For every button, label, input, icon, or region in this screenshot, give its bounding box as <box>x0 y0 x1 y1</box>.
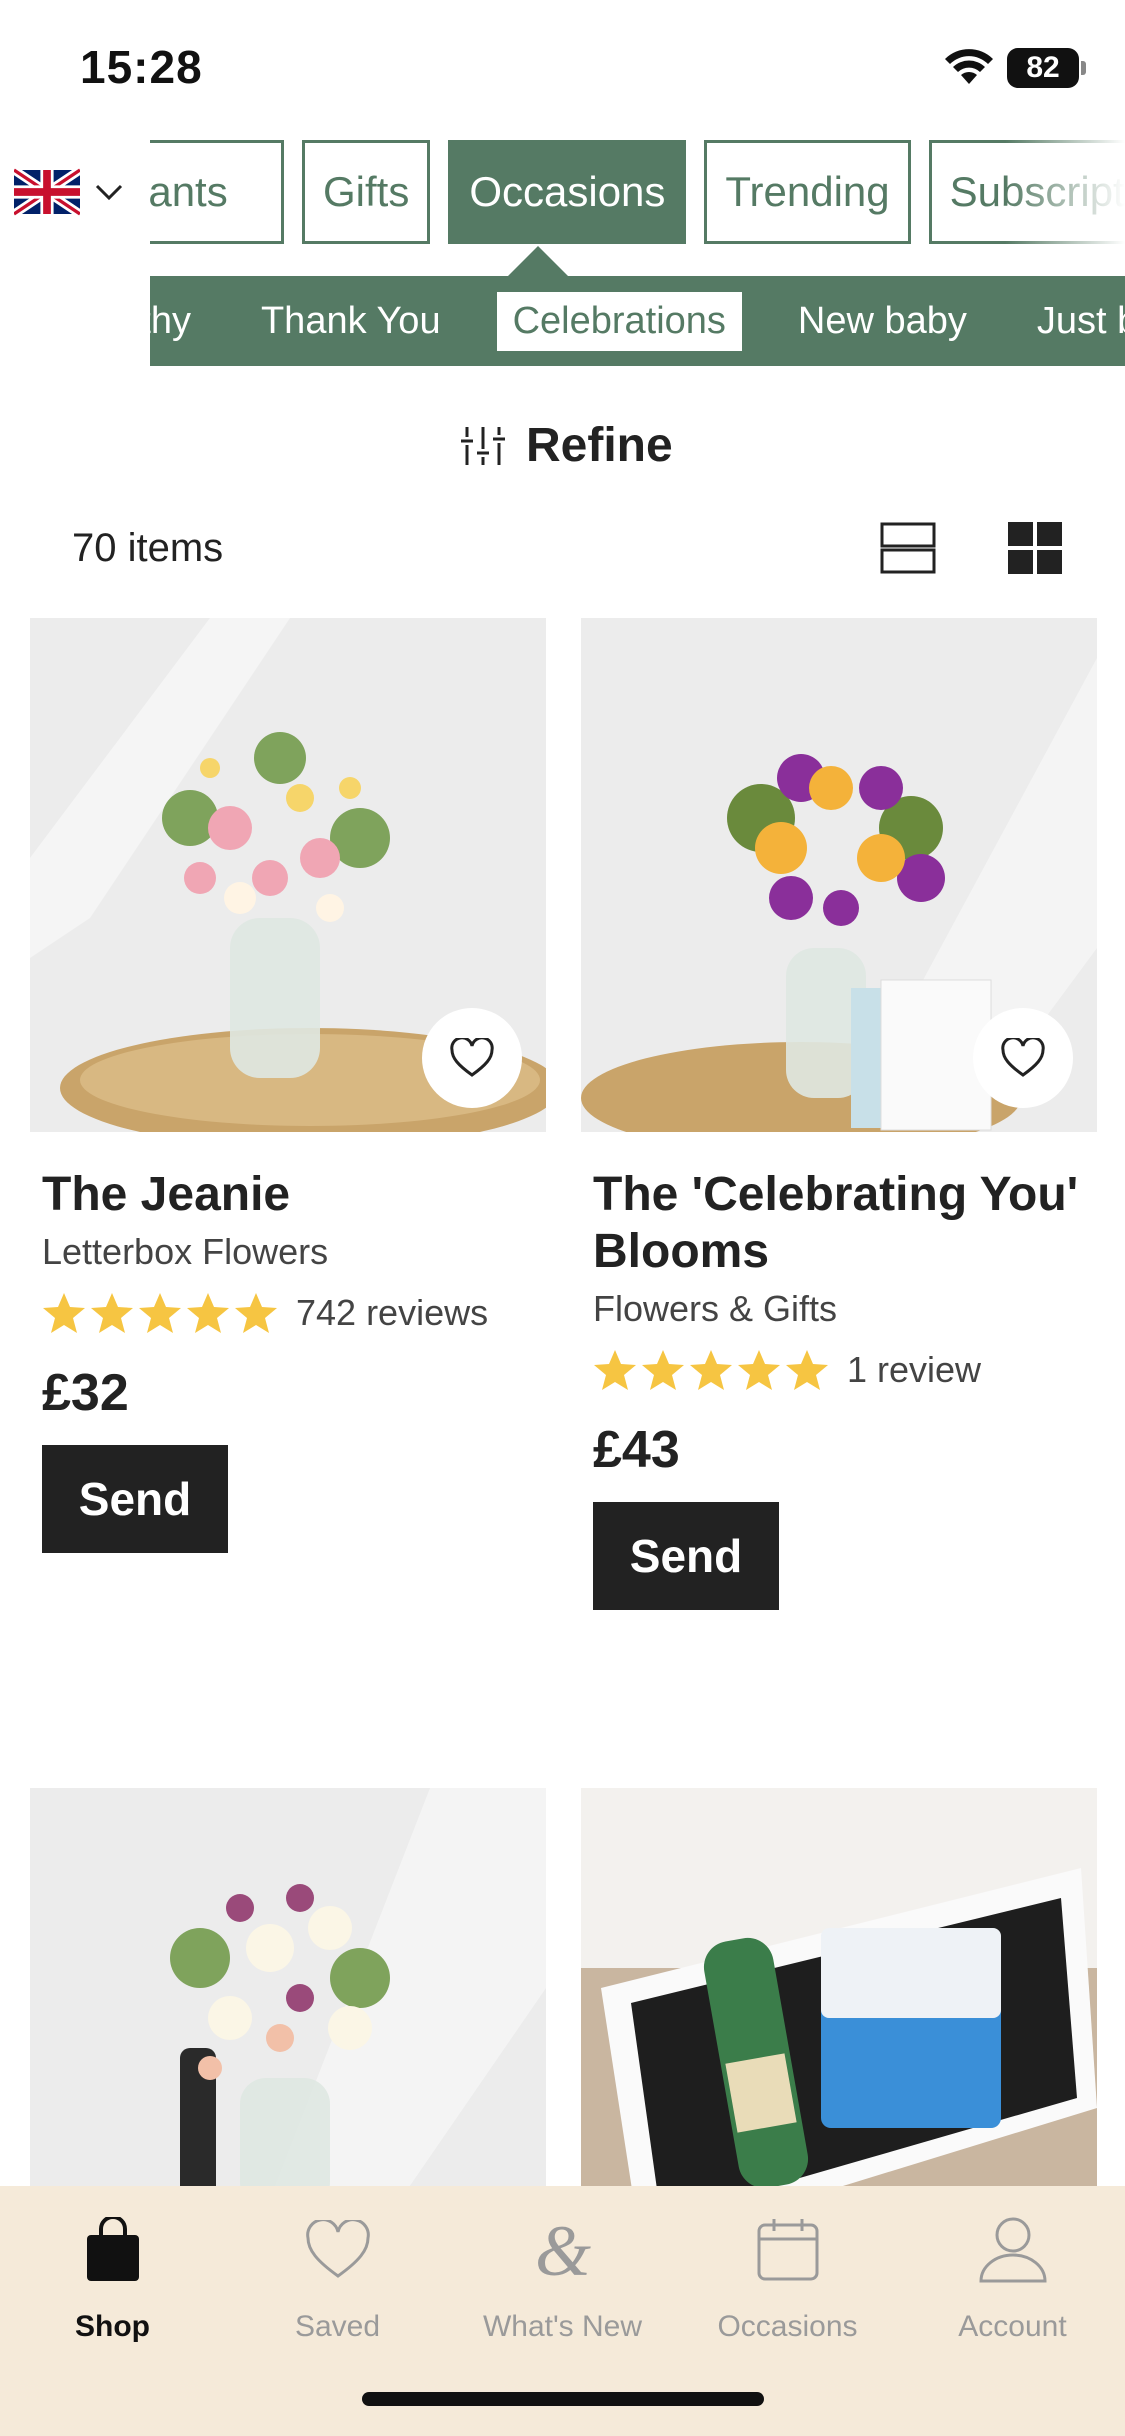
subcategory-new-baby[interactable]: New baby <box>798 300 967 343</box>
home-indicator <box>362 2392 764 2406</box>
tab-occasions[interactable]: Occasions <box>675 2186 900 2344</box>
product-title[interactable]: The 'Celebrating You' Blooms <box>581 1166 1097 1280</box>
product-rating: 742 reviews <box>30 1291 546 1335</box>
tab-label: What's New <box>482 2310 643 2343</box>
product-rating: 1 review <box>581 1348 1097 1392</box>
review-count[interactable]: 742 reviews <box>296 1292 488 1334</box>
product-title[interactable]: The Jeanie <box>30 1166 546 1223</box>
tab-occasions[interactable]: Occasions <box>448 140 687 244</box>
shopping-bag-icon <box>86 2217 139 2281</box>
star-rating-icon <box>594 1350 828 1390</box>
product-category: Letterbox Flowers <box>42 1231 329 1272</box>
subcategory-thank-you[interactable]: Thank You <box>261 300 441 343</box>
active-tab-pointer <box>508 246 568 276</box>
refine-label: Refine <box>526 419 673 472</box>
sliders-icon <box>461 426 505 465</box>
tab-plants[interactable]: Plants <box>150 140 284 244</box>
tab-label: Shop <box>75 2310 150 2343</box>
product-card[interactable]: The 'Celebrating You' Blooms Flowers & G… <box>581 618 1097 1610</box>
send-button[interactable]: Send <box>593 1502 779 1610</box>
heart-icon <box>450 1038 494 1077</box>
list-view-icon[interactable] <box>880 522 936 574</box>
product-category: Flowers & Gifts <box>593 1288 838 1329</box>
wifi-icon <box>945 49 993 84</box>
tab-saved[interactable]: Saved <box>225 2186 450 2344</box>
status-time: 15:28 <box>80 41 203 93</box>
product-card[interactable] <box>30 1788 546 2186</box>
country-selector[interactable] <box>14 168 126 216</box>
battery-level: 82 <box>1026 51 1060 84</box>
items-count: 70 items <box>72 526 224 570</box>
uk-flag-icon <box>14 168 80 216</box>
battery-icon: 82 <box>1007 48 1079 88</box>
product-card[interactable] <box>581 1788 1097 2186</box>
tab-label: Saved <box>294 2310 381 2343</box>
subcategory-sympathy[interactable]: Sympathy <box>150 300 191 343</box>
product-image[interactable] <box>30 618 546 1132</box>
product-price: £32 <box>42 1364 129 1422</box>
send-button[interactable]: Send <box>42 1445 228 1553</box>
product-image[interactable] <box>30 1788 546 2186</box>
category-tabs: Plants Gifts Occasions Trending Subscrip… <box>150 140 1125 246</box>
tab-trending[interactable]: Trending <box>704 140 911 244</box>
favorite-button[interactable] <box>973 1008 1073 1108</box>
product-image[interactable] <box>581 618 1097 1132</box>
star-rating-icon <box>43 1293 277 1333</box>
subcategory-bar: Sympathy Thank You Celebrations New baby… <box>150 276 1125 366</box>
subcategory-celebrations[interactable]: Celebrations <box>496 291 742 351</box>
product-image[interactable] <box>581 1788 1097 2186</box>
tab-gifts[interactable]: Gifts <box>302 140 431 244</box>
battery-nub <box>1081 61 1086 75</box>
tab-label: Occasions <box>717 2310 858 2343</box>
refine-button[interactable]: Refine <box>460 418 673 473</box>
bouquet-image <box>30 1788 546 2186</box>
product-card[interactable]: The Jeanie Letterbox Flowers 742 reviews… <box>30 618 546 1553</box>
subcategory-just-because[interactable]: Just because <box>1037 300 1125 343</box>
calendar-icon <box>757 2219 818 2281</box>
tab-shop[interactable]: Shop <box>0 2186 225 2344</box>
tab-account[interactable]: Account <box>900 2186 1125 2344</box>
tab-whats-new[interactable]: & What's New <box>450 2186 675 2344</box>
biscuit-gift-image <box>581 1788 1097 2186</box>
product-price: £43 <box>593 1421 680 1479</box>
grid-view-icon[interactable] <box>1008 522 1062 574</box>
review-count[interactable]: 1 review <box>847 1349 981 1391</box>
tabs-fade <box>1005 140 1125 246</box>
heart-icon <box>1001 1038 1045 1077</box>
chevron-down-icon <box>92 175 126 209</box>
status-bar: 15:28 82 <box>0 0 1125 130</box>
favorite-button[interactable] <box>422 1008 522 1108</box>
ampersand-logo-icon: & <box>534 2213 590 2287</box>
heart-icon <box>305 2220 370 2278</box>
user-icon <box>978 2217 1047 2283</box>
tab-label: Account <box>958 2310 1067 2343</box>
svg-text:&: & <box>534 2213 590 2287</box>
